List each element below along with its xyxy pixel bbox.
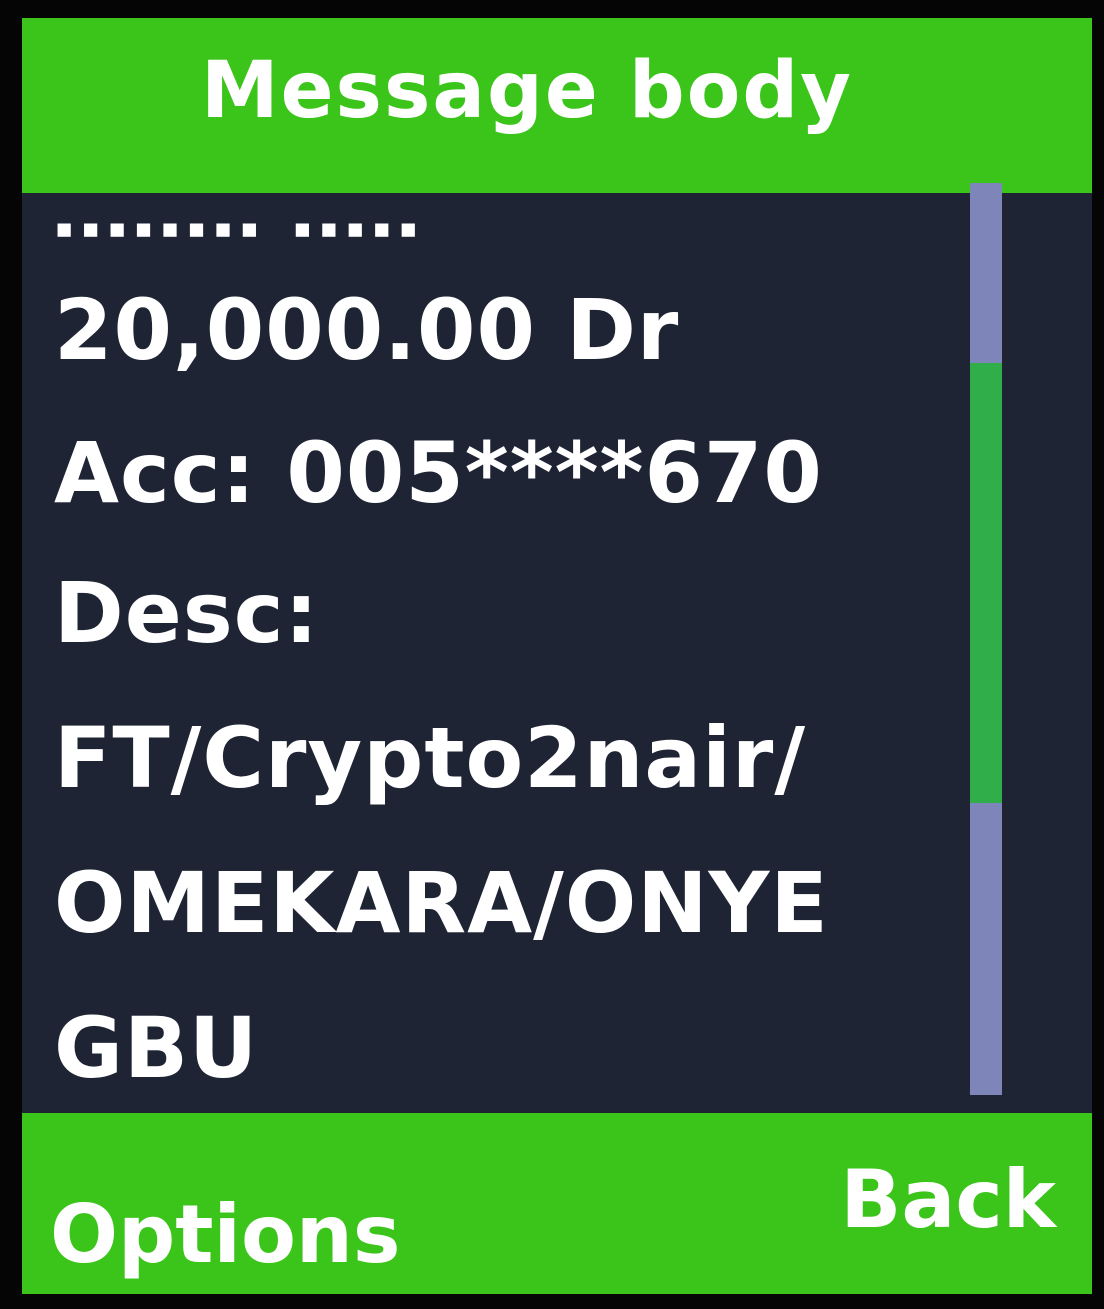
scrollbar-thumb[interactable] <box>970 363 1002 803</box>
scrollbar[interactable] <box>970 183 1002 1095</box>
softkey-bar: Options Back <box>22 1113 1092 1294</box>
phone-screen: Message body ▪▪▪▪▪▪▪▪ ▪▪▪▪▪ 20,000.00 Dr… <box>22 18 1092 1294</box>
message-line-desc-1: FT/Crypto2nair/ <box>54 709 807 807</box>
message-line-amount: 20,000.00 Dr <box>54 281 680 379</box>
scrollbar-track-bottom <box>970 803 1002 1095</box>
message-body[interactable]: ▪▪▪▪▪▪▪▪ ▪▪▪▪▪ 20,000.00 Dr Acc: 005****… <box>22 193 1092 1118</box>
message-line-account: Acc: 005****670 <box>54 424 823 522</box>
screen-title: Message body <box>201 45 853 136</box>
scrollbar-track-top <box>970 183 1002 363</box>
options-softkey[interactable]: Options <box>50 1188 400 1281</box>
back-softkey[interactable]: Back <box>840 1153 1056 1246</box>
title-bar: Message body <box>22 18 1092 193</box>
message-line-desc-label: Desc: <box>54 564 320 662</box>
message-line-desc-2: OMEKARA/ONYE <box>54 854 829 952</box>
message-line-desc-3: GBU <box>54 999 259 1097</box>
clipped-text-line: ▪▪▪▪▪▪▪▪ ▪▪▪▪▪ <box>54 208 425 248</box>
